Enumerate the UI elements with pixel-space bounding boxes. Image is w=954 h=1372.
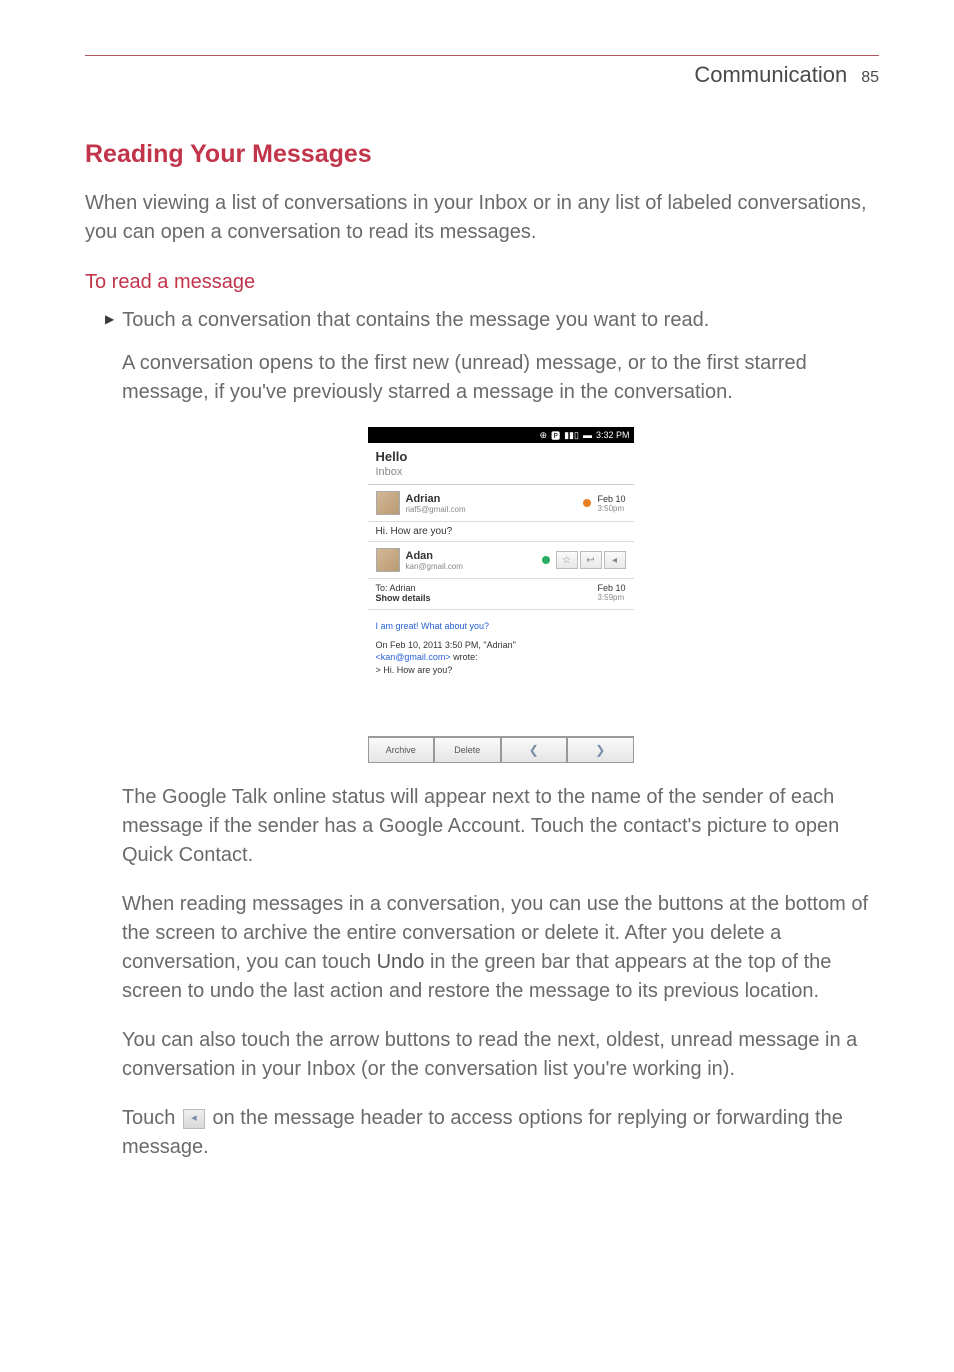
status-bar: ⊕ 🅿 ▮▮▯ ▬ 3:32 PM [368, 427, 634, 443]
para5-part-a: Touch [122, 1107, 181, 1129]
delete-button[interactable]: Delete [434, 737, 501, 763]
battery-icon: ▬ [583, 430, 592, 440]
signal-icon: ▮▮▯ [564, 430, 579, 441]
star-button[interactable]: ☆ [556, 551, 578, 569]
sender-email: kan@gmail.com [406, 562, 536, 571]
sub-heading: To read a message [85, 271, 879, 294]
para5-part-b: on the message header to access options … [122, 1107, 843, 1158]
body-line: I am great! What about you? [376, 620, 626, 633]
avatar[interactable] [376, 491, 400, 515]
bullet-item: ▶ Touch a conversation that contains the… [85, 306, 879, 335]
paragraph-1: A conversation opens to the first new (u… [122, 349, 879, 407]
sender-name: Adrian [406, 493, 578, 505]
to-label: To: [376, 583, 388, 593]
bottom-toolbar: Archive Delete ❮ ❯ [368, 736, 634, 763]
reply-button[interactable]: ↩ [580, 551, 602, 569]
status-time: 3:32 PM [596, 430, 630, 440]
sync-icon: ⊕ [540, 430, 548, 441]
prev-button[interactable]: ❮ [501, 737, 568, 763]
archive-button[interactable]: Archive [368, 737, 435, 763]
message-time: 3:50pm [597, 504, 625, 513]
paragraph-4: You can also touch the arrow buttons to … [122, 1026, 879, 1084]
page-header: Communication 85 [85, 62, 879, 88]
undo-label: Undo [377, 951, 425, 973]
phone-screenshot: ⊕ 🅿 ▮▮▯ ▬ 3:32 PM Hello Inbox Adrian ria… [122, 427, 879, 763]
paragraph-3: When reading messages in a conversation,… [122, 890, 879, 1006]
message-header-2[interactable]: Adan kan@gmail.com ☆ ↩ ◂ [368, 542, 634, 579]
usb-icon: 🅿 [551, 429, 560, 442]
message-date: Feb 10 [597, 494, 625, 504]
sender-email: riaf5@gmail.com [406, 505, 578, 514]
status-dot-icon [583, 499, 591, 507]
intro-paragraph: When viewing a list of conversations in … [85, 189, 879, 247]
body-wrote: wrote: [451, 652, 478, 662]
reply-options-icon: ◂ [183, 1109, 205, 1129]
bullet-triangle-icon: ▶ [105, 312, 114, 326]
options-button[interactable]: ◂ [604, 551, 626, 569]
paragraph-5: Touch ◂ on the message header to access … [122, 1104, 879, 1162]
message-subject: Hi. How are you? [368, 522, 634, 542]
avatar[interactable] [376, 548, 400, 572]
folder-label: Inbox [368, 466, 634, 485]
message-body: I am great! What about you? On Feb 10, 2… [368, 610, 634, 686]
status-dot-icon [542, 556, 550, 564]
body-email-link[interactable]: <kan@gmail.com> [376, 652, 451, 662]
message-date: Feb 10 [597, 583, 625, 593]
page-number: 85 [861, 69, 879, 87]
next-button[interactable]: ❯ [567, 737, 634, 763]
header-divider [85, 55, 879, 56]
message-details-row: To: Adrian Show details Feb 10 3:59pm [368, 579, 634, 610]
paragraph-2: The Google Talk online status will appea… [122, 783, 879, 870]
section-heading: Reading Your Messages [85, 140, 879, 169]
bullet-text: Touch a conversation that contains the m… [122, 306, 709, 335]
body-line: > Hi. How are you? [376, 664, 626, 677]
to-name: Adrian [390, 583, 416, 593]
message-header-1[interactable]: Adrian riaf5@gmail.com Feb 10 3:50pm [368, 485, 634, 522]
message-time: 3:59pm [597, 593, 625, 602]
conversation-title: Hello [368, 443, 634, 466]
header-title: Communication [694, 62, 847, 88]
show-details-link[interactable]: Show details [376, 593, 431, 603]
sender-name: Adan [406, 550, 536, 562]
body-line: On Feb 10, 2011 3:50 PM, "Adrian" [376, 639, 626, 652]
